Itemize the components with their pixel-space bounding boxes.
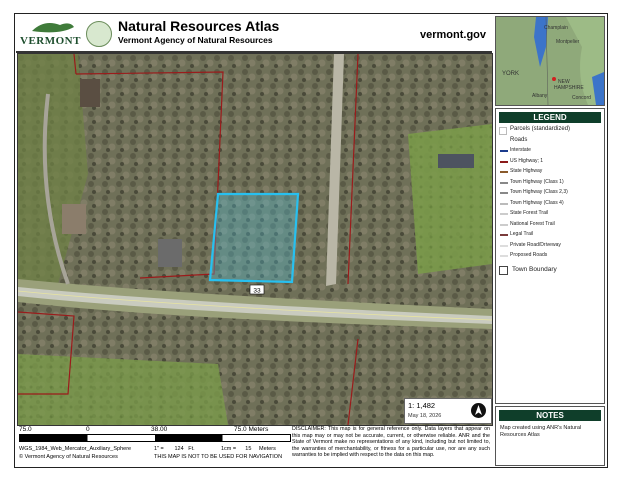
scalebar-label-zero: 0 — [86, 426, 90, 433]
scale-info: 1: 1,482 May 18, 2026 — [404, 398, 492, 424]
svg-text:Albany: Albany — [532, 93, 548, 99]
legend-item: Town Highway (Class 2,3) — [496, 189, 604, 200]
navigation-warning: THIS MAP IS NOT TO BE USED FOR NAVIGATIO… — [154, 454, 283, 460]
scale-bar — [19, 434, 291, 442]
page-title: Natural Resources Atlas — [118, 18, 280, 34]
svg-text:YORK: YORK — [502, 71, 519, 77]
cm-equivalent: 1cm = 15 Meters — [221, 446, 276, 452]
notes-title: NOTES — [499, 410, 601, 421]
header: VERMONT Natural Resources Atlas Vermont … — [16, 15, 492, 53]
svg-text:Champlain: Champlain — [544, 25, 568, 31]
disclaimer-text: DISCLAIMER: This map is for general refe… — [292, 426, 490, 459]
anr-seal-icon — [86, 21, 112, 47]
map-view[interactable]: 33 — [17, 53, 493, 426]
scalebar-label-right: 75.0 Meters — [234, 426, 269, 433]
page-subtitle: Vermont Agency of Natural Resources — [118, 35, 273, 45]
route-shield-icon: 33 — [249, 284, 265, 295]
legend-title: LEGEND — [499, 112, 601, 123]
notes-text: Map created using ANR's Natural Resource… — [500, 425, 582, 438]
svg-text:HAMPSHIRE: HAMPSHIRE — [554, 85, 584, 91]
legend-item: Town Boundary — [496, 263, 604, 276]
selected-parcel[interactable] — [208, 192, 300, 284]
legend-item: State Forest Trail — [496, 210, 604, 221]
map-date: May 18, 2026 — [408, 413, 442, 419]
legend-item: Private Road/Driveway — [496, 242, 604, 253]
vermont-logo-text: VERMONT — [20, 35, 81, 47]
legend-item: Parcels (standardized) — [496, 126, 604, 137]
scalebar-label-mid: 38.00 — [151, 426, 168, 433]
scalebar-label-left: 75.0 — [19, 426, 32, 433]
locator-map: Champlain Montpelier YORK NEW HAMPSHIRE … — [495, 16, 605, 106]
route-shield-label: 33 — [253, 288, 261, 295]
legend-panel: LEGEND Parcels (standardized) Roads Inte… — [495, 108, 605, 404]
projection-text: WGS_1984_Web_Mercator_Auxiliary_Sphere — [19, 446, 132, 452]
north-arrow-icon — [471, 403, 486, 418]
footer: 75.0 0 38.00 75.0 Meters WGS_1984_Web_Me… — [16, 425, 492, 465]
legend-item: US Highway; 1 — [496, 158, 604, 169]
aerial-map[interactable]: 33 — [18, 54, 492, 425]
legend-item: Roads — [510, 137, 528, 143]
svg-text:Montpelier: Montpelier — [556, 39, 580, 45]
legend-item: Proposed Roads — [496, 252, 604, 263]
vermont-logo-icon — [32, 23, 74, 33]
inch-equivalent: 1" = 124 Ft. — [154, 446, 195, 452]
notes-panel: NOTES Map created using ANR's Natural Re… — [495, 406, 605, 466]
site-link[interactable]: vermont.gov — [420, 29, 486, 41]
copyright-text: © Vermont Agency of Natural Resources — [19, 454, 118, 460]
svg-text:Concord: Concord — [572, 95, 591, 101]
legend-item: Interstate — [496, 147, 604, 158]
legend-item: State Highway — [496, 168, 604, 179]
legend-item: Town Highway (Class 4) — [496, 200, 604, 211]
legend-item: Town Highway (Class 1) — [496, 179, 604, 190]
scale-ratio: 1: 1,482 — [408, 401, 436, 410]
legend-item: Legal Trail — [496, 231, 604, 242]
legend-item: National Forest Trail — [496, 221, 604, 232]
